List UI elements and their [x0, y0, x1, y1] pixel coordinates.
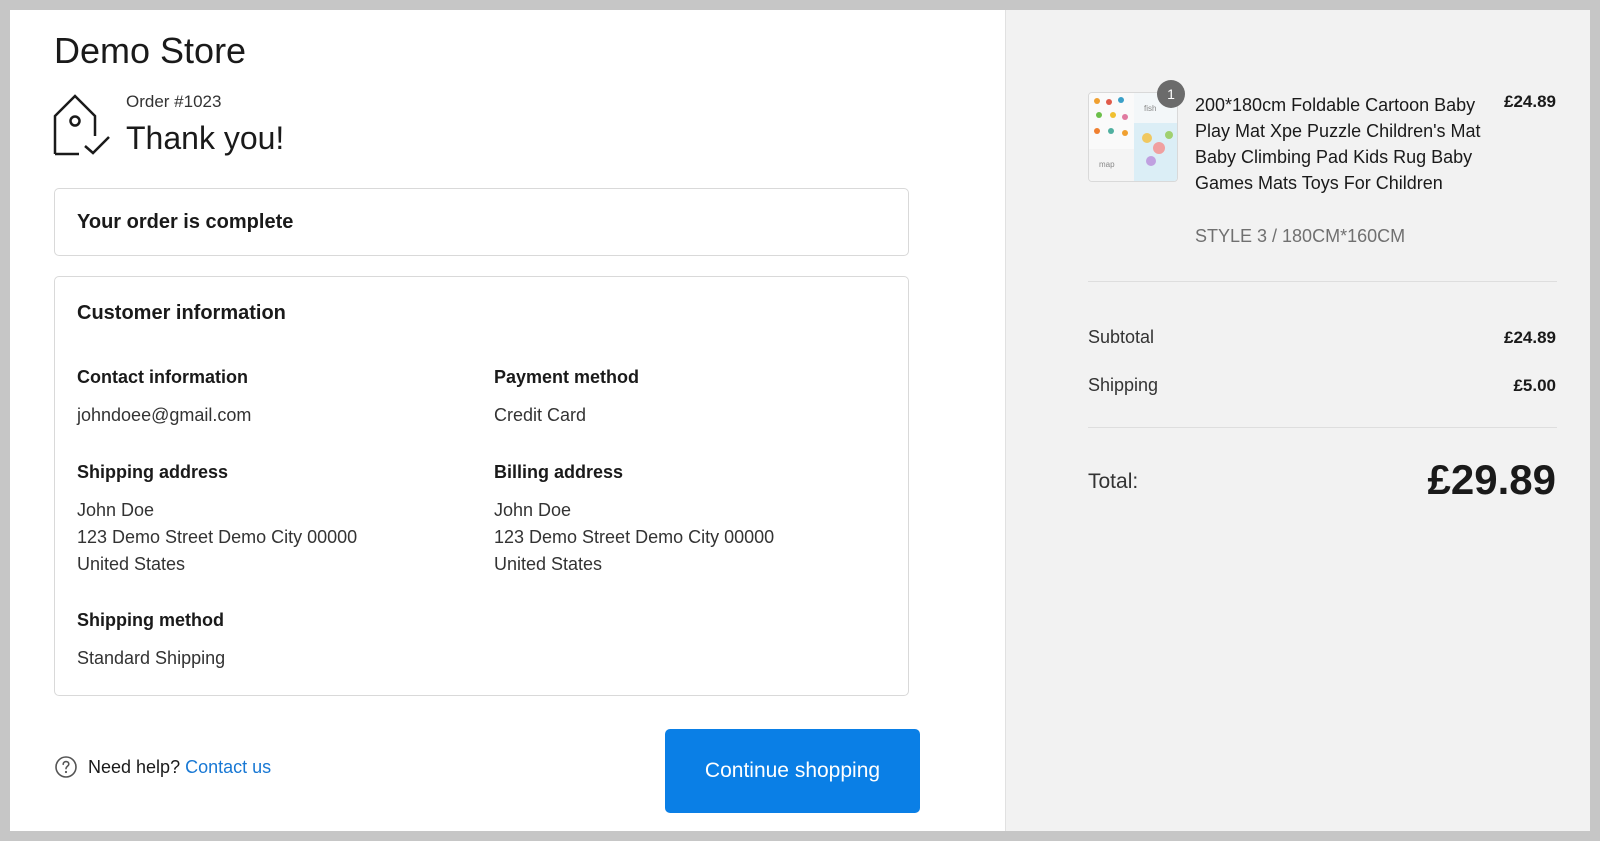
order-summary-panel: fish map 1 200*180cm Foldable Cartoon Ba…	[1005, 10, 1590, 831]
billing-address-street: 123 Demo Street Demo City 00000	[494, 527, 775, 547]
order-status-panel: Demo Store Order #1023 Thank you! Your o…	[10, 10, 1005, 831]
quantity-badge: 1	[1157, 80, 1185, 108]
order-complete-title: Your order is complete	[77, 211, 294, 233]
help-text: Need help?	[88, 756, 181, 777]
payment-method: Payment method Credit Card	[494, 367, 894, 429]
thank-you-heading: Thank you!	[126, 120, 285, 156]
shipping-value: £5.00	[1513, 376, 1556, 395]
shipping-address-country: United States	[77, 554, 186, 574]
subtotal-value: £24.89	[1504, 328, 1556, 347]
subtotal-label: Subtotal	[1088, 327, 1155, 347]
shipping-method-value: Standard Shipping	[77, 648, 226, 668]
payment-method-label: Payment method	[494, 367, 640, 387]
shipping-label: Shipping	[1088, 375, 1159, 395]
total-value: £29.89	[1427, 456, 1556, 503]
customer-information-title: Customer information	[77, 302, 286, 324]
shipping-address-street: 123 Demo Street Demo City 00000	[77, 527, 358, 547]
billing-address: Billing address John Doe 123 Demo Street…	[494, 462, 894, 578]
product-title: 200*180cm Foldable Cartoon Baby Play Mat…	[1195, 95, 1481, 193]
shipping-address-label: Shipping address	[77, 462, 229, 482]
contact-information: Contact information johndoee@gmail.com	[77, 367, 477, 429]
billing-address-name: John Doe	[494, 500, 572, 520]
order-number: Order #1023	[126, 92, 222, 111]
continue-shopping-button[interactable]: Continue shopping	[665, 729, 920, 813]
store-name[interactable]: Demo Store	[54, 30, 246, 72]
shipping-address: Shipping address John Doe 123 Demo Stree…	[77, 462, 477, 578]
total-label: Total:	[1088, 470, 1139, 493]
tag-check-icon	[53, 94, 110, 156]
billing-address-country: United States	[494, 554, 603, 574]
product-price: £24.89	[1504, 92, 1556, 111]
summary-divider	[1088, 281, 1557, 282]
checkout-window: Demo Store Order #1023 Thank you! Your o…	[10, 10, 1590, 831]
customer-information-card: Customer information Contact information…	[54, 276, 909, 696]
shipping-method: Shipping method Standard Shipping	[77, 610, 477, 672]
product-variant: STYLE 3 / 180CM*160CM	[1195, 226, 1406, 246]
help-circle-icon	[55, 756, 77, 778]
thumb-label-fish: fish	[1144, 104, 1156, 113]
shipping-address-name: John Doe	[77, 500, 155, 520]
thumb-label-map: map	[1099, 160, 1115, 169]
total-divider	[1088, 427, 1557, 428]
shipping-method-label: Shipping method	[77, 610, 224, 630]
contact-us-link[interactable]: Contact us	[185, 757, 271, 778]
payment-method-value: Credit Card	[494, 405, 587, 425]
help-section: Need help? Contact us	[54, 755, 271, 779]
contact-email: johndoee@gmail.com	[77, 405, 252, 425]
order-complete-card: Your order is complete	[54, 188, 909, 256]
billing-address-label: Billing address	[494, 462, 624, 482]
contact-information-label: Contact information	[77, 367, 248, 387]
